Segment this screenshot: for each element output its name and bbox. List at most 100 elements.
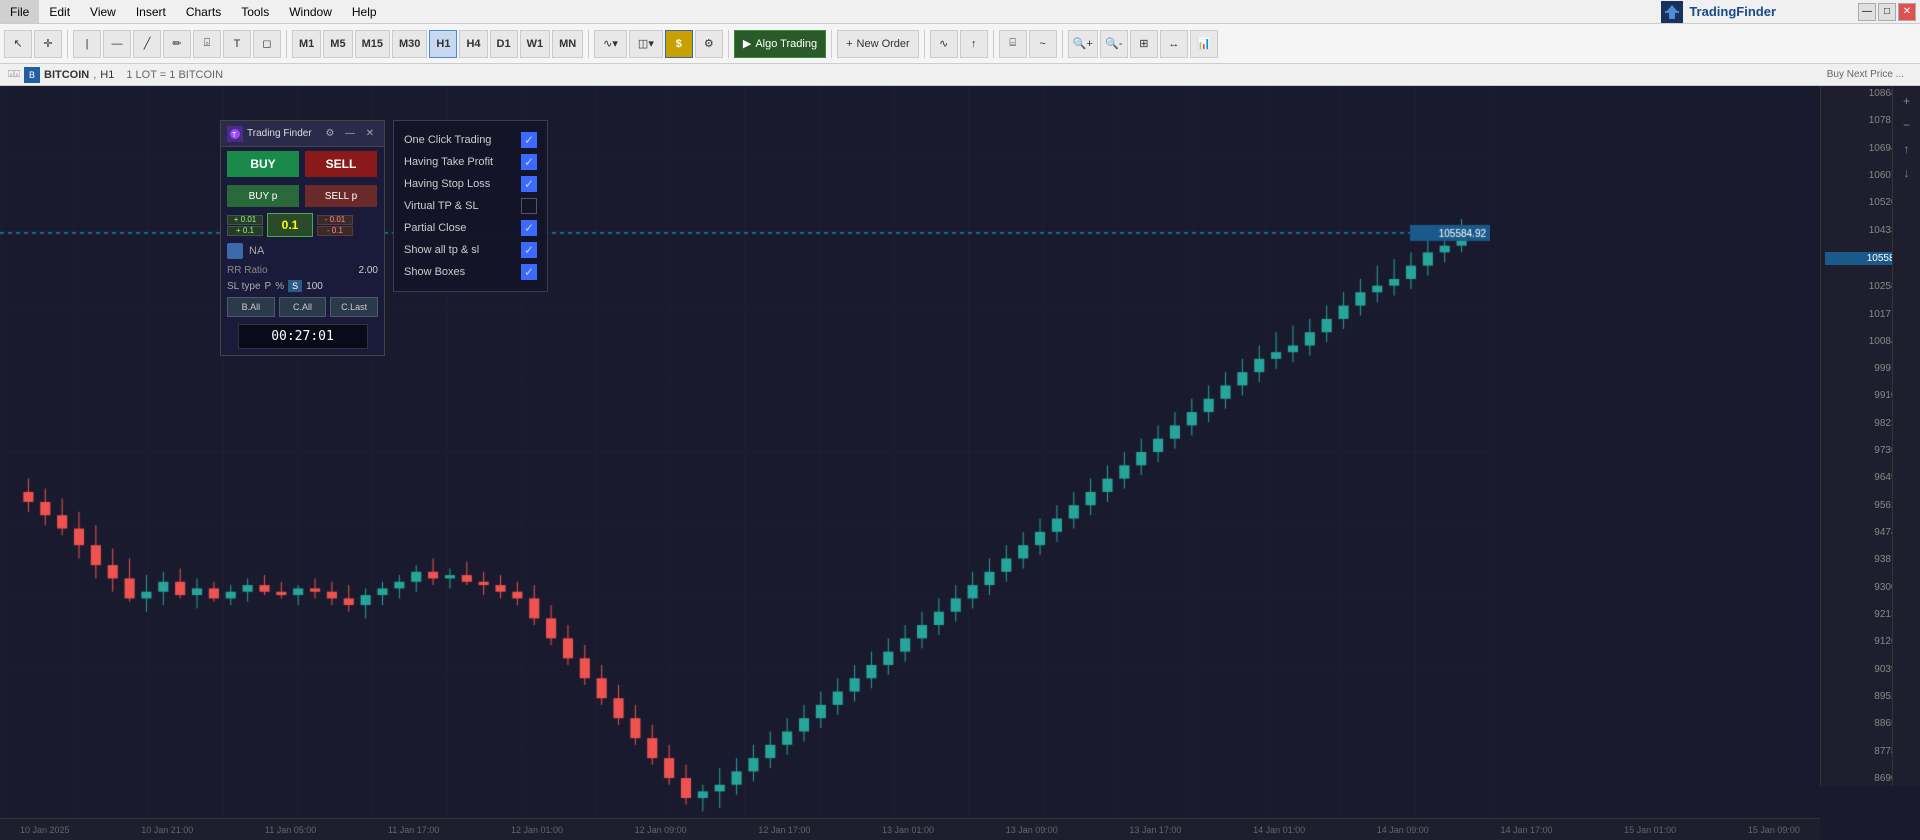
timeframe-h4[interactable]: H4 <box>459 30 487 58</box>
close-button[interactable]: ✕ <box>1898 3 1916 21</box>
chart-icon: ⌻⌻ <box>8 69 20 80</box>
draw-tool[interactable]: ✏ <box>163 30 191 58</box>
tradingfinder-logo: TradingFinder <box>1661 1 1856 23</box>
panel-minimize-btn[interactable]: — <box>342 126 358 142</box>
menu-file[interactable]: File <box>0 0 39 23</box>
date-bar: 10 Jan 2025 10 Jan 21:00 11 Jan 05:00 11… <box>0 818 1820 840</box>
indicator-dropdown[interactable]: ◫▾ <box>629 30 663 58</box>
window-controls: — □ ✕ <box>1856 3 1916 21</box>
option-one-click: One Click Trading ✓ <box>394 129 547 151</box>
lot-inc-01-btn[interactable]: + 0.01 <box>227 215 263 225</box>
lot-decrease-adj: - 0.01 - 0.1 <box>317 215 353 236</box>
take-profit-checkbox[interactable]: ✓ <box>521 154 537 170</box>
sellp-button[interactable]: SELL p <box>305 185 377 207</box>
menu-window[interactable]: Window <box>279 0 342 23</box>
cursor-tool[interactable]: ↖ <box>4 30 32 58</box>
stop-loss-checkbox[interactable]: ✓ <box>521 176 537 192</box>
panel-close-btn[interactable]: ✕ <box>362 126 378 142</box>
analytics-btn[interactable]: ∿ <box>930 30 958 58</box>
call-button[interactable]: C.All <box>279 297 327 317</box>
menu-charts[interactable]: Charts <box>176 0 231 23</box>
grid-btn[interactable]: ⊞ <box>1130 30 1158 58</box>
line-tool[interactable]: | <box>73 30 101 58</box>
comma-sep: , <box>93 69 96 81</box>
clast-button[interactable]: C.Last <box>330 297 378 317</box>
date-4: 11 Jan 17:00 <box>388 825 439 835</box>
sell-button[interactable]: SELL <box>305 151 377 177</box>
lot-dec-1-btn[interactable]: - 0.1 <box>317 226 353 236</box>
toolbar-separator-1 <box>67 30 68 58</box>
toolbar-separator-6 <box>924 30 925 58</box>
na-indicator <box>227 243 243 259</box>
date-12: 14 Jan 09:00 <box>1377 825 1429 835</box>
one-click-label: One Click Trading <box>404 134 491 146</box>
timeframe-m30[interactable]: M30 <box>392 30 427 58</box>
settings-btn[interactable]: ⚙ <box>695 30 723 58</box>
sidebar-scroll-down[interactable]: ↓ <box>1896 162 1918 184</box>
timeframe-m1[interactable]: M1 <box>292 30 321 58</box>
oscillator-btn[interactable]: ~ <box>1029 30 1057 58</box>
panel-settings-btn[interactable]: ⚙ <box>322 126 338 142</box>
minimize-button[interactable]: — <box>1858 3 1876 21</box>
ball-button[interactable]: B.All <box>227 297 275 317</box>
menu-help[interactable]: Help <box>342 0 387 23</box>
timeframe-w1[interactable]: W1 <box>520 30 551 58</box>
virtual-tpsl-checkbox[interactable] <box>521 198 537 214</box>
maximize-button[interactable]: □ <box>1878 3 1896 21</box>
sidebar-zoom-out[interactable]: − <box>1896 114 1918 136</box>
na-text: NA <box>249 245 264 257</box>
show-boxes-label: Show Boxes <box>404 266 465 278</box>
one-click-checkbox[interactable]: ✓ <box>521 132 537 148</box>
text-tool[interactable]: T <box>223 30 251 58</box>
up-arrow-btn[interactable]: ↑ <box>960 30 988 58</box>
timeframe-m5[interactable]: M5 <box>323 30 352 58</box>
panel-logo: T <box>227 126 243 142</box>
crosshair-tool[interactable]: ✛ <box>34 30 62 58</box>
volume-btn[interactable]: 📊 <box>1190 30 1218 58</box>
buyp-sellp-row: BUY p SELL p <box>221 181 384 211</box>
algo-trading-button[interactable]: ▶ Algo Trading <box>734 30 826 58</box>
menu-edit[interactable]: Edit <box>39 0 80 23</box>
timeframe-m15[interactable]: M15 <box>355 30 390 58</box>
date-11: 14 Jan 01:00 <box>1253 825 1305 835</box>
buyp-button[interactable]: BUY p <box>227 185 299 207</box>
menu-tools[interactable]: Tools <box>231 0 279 23</box>
new-order-button[interactable]: + New Order <box>837 30 919 58</box>
lot-dec-01-btn[interactable]: - 0.01 <box>317 215 353 225</box>
timeframe-mn[interactable]: MN <box>552 30 583 58</box>
show-tpsl-checkbox[interactable]: ✓ <box>521 242 537 258</box>
fibonacci-tool[interactable]: ⌻ <box>193 30 221 58</box>
dollar-btn[interactable]: $ <box>665 30 693 58</box>
buy-button[interactable]: BUY <box>227 151 299 177</box>
zoom-out-btn[interactable]: 🔍- <box>1100 30 1128 58</box>
info-bar: ⌻⌻ B BITCOIN , H1 1 LOT = 1 BITCOIN Buy … <box>0 64 1920 86</box>
zoom-in-btn[interactable]: 🔍+ <box>1068 30 1098 58</box>
menu-view[interactable]: View <box>80 0 126 23</box>
show-boxes-checkbox[interactable]: ✓ <box>521 264 537 280</box>
autoscroll-btn[interactable]: ↔ <box>1160 30 1188 58</box>
action-row: B.All C.All C.Last <box>221 294 384 320</box>
date-10: 13 Jan 17:00 <box>1129 825 1181 835</box>
sidebar-scroll-up[interactable]: ↑ <box>1896 138 1918 160</box>
lot-increase-adj: + 0.01 + 0.1 <box>227 215 263 236</box>
partial-close-checkbox[interactable]: ✓ <box>521 220 537 236</box>
shapes-tool[interactable]: ◻ <box>253 30 281 58</box>
timeframe-d1[interactable]: D1 <box>490 30 518 58</box>
timeframe-h1[interactable]: H1 <box>429 30 457 58</box>
symbol-name: BITCOIN <box>44 69 89 81</box>
trend-tool[interactable]: ╱ <box>133 30 161 58</box>
option-partial-close: Partial Close ✓ <box>394 217 547 239</box>
sidebar-zoom-in[interactable]: + <box>1896 90 1918 112</box>
lot-input[interactable] <box>267 213 313 237</box>
menu-insert[interactable]: Insert <box>126 0 176 23</box>
asset-icon: B <box>24 67 40 83</box>
sl-s-button[interactable]: S <box>288 280 302 292</box>
hline-tool[interactable]: — <box>103 30 131 58</box>
new-order-icon: + <box>846 38 852 50</box>
indicators-btn[interactable]: ⌸ <box>999 30 1027 58</box>
option-show-tpsl: Show all tp & sl ✓ <box>394 239 547 261</box>
lot-inc-1-btn[interactable]: + 0.1 <box>227 226 263 236</box>
date-8: 13 Jan 01:00 <box>882 825 934 835</box>
show-tpsl-label: Show all tp & sl <box>404 244 479 256</box>
chart-type-dropdown[interactable]: ∿▾ <box>594 30 627 58</box>
